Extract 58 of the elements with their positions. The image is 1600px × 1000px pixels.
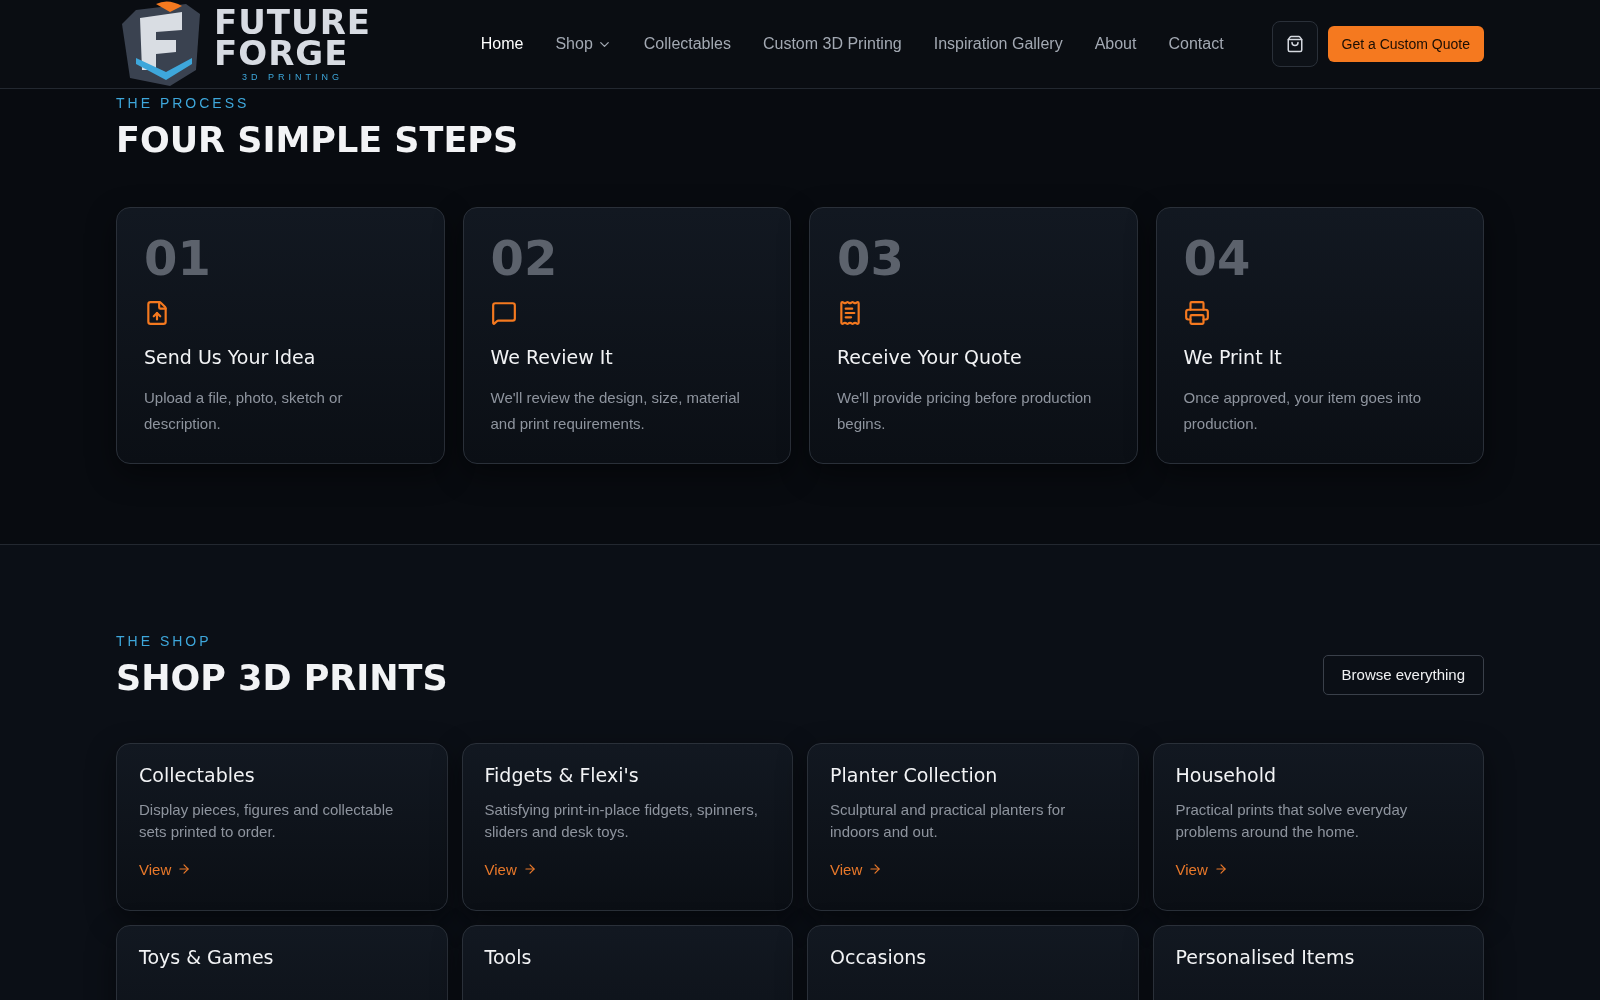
category-description: Display pieces, figures and collectable sets printed to order. xyxy=(139,799,395,842)
category-title: Collectables xyxy=(139,763,256,787)
quote-button[interactable]: Get a Custom Quote xyxy=(1327,26,1484,62)
category-card[interactable]: Fidgets & Flexi's Satisfying print-in-place fidgets, spinners, sliders and desk toys. View xyxy=(461,742,793,911)
section-heading: SHOP 3D PRINTS xyxy=(116,656,448,699)
step-description: Upload a file, photo, sketch or description. xyxy=(144,387,344,434)
step-number: 04 xyxy=(1183,234,1252,282)
category-card[interactable]: Personalised Items xyxy=(1152,924,1484,1000)
view-link[interactable]: View xyxy=(830,860,883,878)
nav-link[interactable]: Collectables xyxy=(643,35,731,53)
step-description: We'll provide pricing before production begins. xyxy=(837,387,1093,434)
step-number: 01 xyxy=(144,234,212,282)
nav-link[interactable]: Home xyxy=(480,35,524,53)
nav-link[interactable]: Custom 3D Printing xyxy=(762,35,902,53)
step-number: 03 xyxy=(837,234,905,282)
step-number: 02 xyxy=(490,234,559,282)
logo-tagline: 3D PRINTING xyxy=(241,72,345,81)
step-description: We'll review the design, size, material and print requirements. xyxy=(490,387,741,434)
category-description: Sculptural and practical planters for indoors and out. xyxy=(830,799,1067,842)
category-description: Practical prints that solve everyday problems around the home. xyxy=(1175,799,1409,842)
category-card[interactable]: Collectables Display pieces, figures and collectable sets printed to order. View xyxy=(116,742,448,911)
step-title: Send Us Your Idea xyxy=(144,346,317,369)
file-upload-icon xyxy=(144,300,170,326)
category-title: Fidgets & Flexi's xyxy=(484,763,640,787)
section-eyebrow: THE SHOP xyxy=(116,632,213,649)
category-title: Tools xyxy=(484,945,533,969)
printer-icon xyxy=(1183,300,1210,326)
category-title: Toys & Games xyxy=(139,945,275,969)
category-title: Planter Collection xyxy=(830,763,999,787)
view-link[interactable]: View xyxy=(484,860,537,878)
browse-button[interactable]: Browse everything xyxy=(1322,654,1484,695)
step-title: Receive Your Quote xyxy=(837,346,1023,369)
nav-link[interactable]: About xyxy=(1094,35,1137,53)
view-link[interactable]: View xyxy=(1175,860,1228,878)
category-card[interactable]: Toys & Games xyxy=(116,924,448,1000)
chat-icon xyxy=(490,300,517,326)
category-card[interactable]: Tools xyxy=(461,924,793,1000)
category-card[interactable]: Household Practical prints that solve everyday problems around the home. View xyxy=(1152,742,1484,911)
nav-link[interactable]: Contact xyxy=(1168,35,1224,53)
view-link[interactable]: View xyxy=(139,860,192,878)
receipt-icon xyxy=(837,300,863,326)
category-title: Personalised Items xyxy=(1175,945,1356,969)
section-eyebrow: THE PROCESS xyxy=(116,95,251,111)
category-title: Household xyxy=(1175,763,1278,787)
category-card[interactable]: Occasions xyxy=(807,924,1139,1000)
logo-text: FORGE xyxy=(214,37,349,69)
category-description: Satisfying print-in-place fidgets, spinners, sliders and desk toys. xyxy=(484,799,759,842)
nav-link[interactable]: Shop xyxy=(555,35,612,53)
section-heading: FOUR SIMPLE STEPS xyxy=(116,119,520,161)
category-card[interactable]: Planter Collection Sculptural and practical planters for indoors and out. View xyxy=(807,742,1139,911)
step-title: We Print It xyxy=(1183,346,1283,369)
bag-icon xyxy=(1285,35,1304,53)
category-title: Occasions xyxy=(830,945,928,969)
step-description: Once approved, your item goes into production. xyxy=(1183,387,1423,434)
logo-text: FUTURE xyxy=(214,7,372,38)
step-title: We Review It xyxy=(490,346,614,369)
nav-link[interactable]: Inspiration Gallery xyxy=(933,35,1063,53)
cart-button[interactable] xyxy=(1271,21,1318,67)
